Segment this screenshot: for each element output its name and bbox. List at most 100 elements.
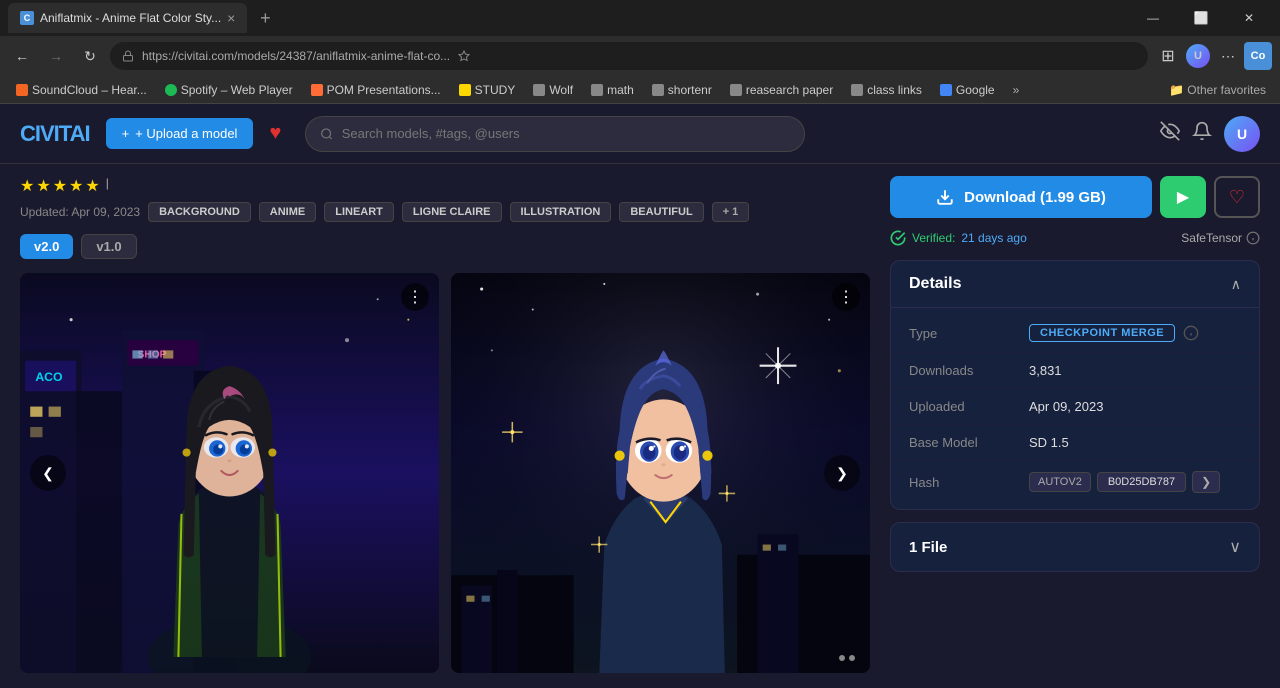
active-tab[interactable]: C Aniflatmix - Anime Flat Color Sty... × [8, 3, 247, 33]
tab-favicon: C [20, 11, 34, 25]
star-3: ★ [53, 176, 67, 196]
upload-model-button[interactable]: + + Upload a model [106, 118, 254, 149]
detail-row-base-model: Base Model SD 1.5 [891, 425, 1259, 461]
checkpoint-merge-tag[interactable]: CHECKPOINT MERGE [1029, 324, 1175, 342]
close-button[interactable]: ✕ [1226, 0, 1272, 36]
downloads-label: Downloads [909, 363, 1029, 378]
verified-text: Verified: [912, 231, 955, 245]
anime-svg-1: ACO SHOP [20, 273, 439, 673]
tag-illustration[interactable]: ILLUSTRATION [510, 202, 612, 222]
tag-anime[interactable]: ANIME [259, 202, 316, 222]
address-bar[interactable]: https://civitai.com/models/24387/aniflat… [110, 42, 1148, 70]
math-folder-icon [591, 84, 603, 96]
window-controls: — ⬜ ✕ [1130, 0, 1272, 36]
bookmark-wolf[interactable]: Wolf [525, 81, 581, 99]
main-content: ★ ★ ★ ★ ★ | Updated: Apr 09, 2023 BACKGR… [0, 164, 890, 685]
tag-background[interactable]: BACKGROUND [148, 202, 251, 222]
hash-value-text: B0D25DB787 [1097, 472, 1186, 492]
hash-copy-button[interactable]: ❯ [1192, 471, 1220, 493]
tag-ligne-claire[interactable]: LIGNE CLAIRE [402, 202, 502, 222]
tab-close-button[interactable]: × [227, 10, 235, 26]
gallery-menu-1[interactable]: ⋮ [401, 283, 429, 311]
site-logo[interactable]: CIVITAI [20, 121, 90, 147]
chevron-left-icon: ❮ [42, 465, 54, 482]
bookmark-google[interactable]: Google [932, 81, 1003, 99]
bookmarks-bar: SoundCloud – Hear... Spotify – Web Playe… [0, 76, 1280, 104]
favorites-button[interactable]: ♥ [269, 122, 281, 145]
bookmark-class-links[interactable]: class links [843, 81, 930, 99]
gallery-item-1: ACO SHOP [20, 273, 439, 673]
other-favorites-button[interactable]: 📁 Other favorites [1163, 81, 1272, 99]
verified-date-link[interactable]: 21 days ago [961, 231, 1026, 245]
forward-button[interactable]: → [42, 42, 70, 70]
rating-count: | [106, 176, 109, 196]
show-more-bookmarks[interactable]: » [1005, 81, 1028, 99]
version-tabs: v2.0 v1.0 [20, 234, 870, 259]
profile-button[interactable]: U [1184, 42, 1212, 70]
notifications-bell-icon[interactable] [1192, 121, 1212, 146]
bookmark-shortenr[interactable]: shortenr [644, 81, 720, 99]
version-tab-v1[interactable]: v1.0 [81, 234, 136, 259]
tag-more[interactable]: + 1 [712, 202, 750, 222]
search-bar[interactable] [305, 116, 805, 152]
research-folder-icon [730, 84, 742, 96]
download-row: Download (1.99 GB) ▶ ♡ [890, 176, 1260, 218]
tag-beautiful[interactable]: BEAUTIFUL [619, 202, 703, 222]
extensions-button[interactable]: ⊞ [1154, 42, 1182, 70]
eye-slash-icon[interactable] [1160, 121, 1180, 146]
minimize-button[interactable]: — [1130, 0, 1176, 36]
copilot-button[interactable]: Co [1244, 42, 1272, 70]
bookmark-pom[interactable]: POM Presentations... [303, 81, 449, 99]
anime-image-1: ACO SHOP [20, 273, 439, 673]
image-indicators [839, 655, 855, 661]
play-button[interactable]: ▶ [1160, 176, 1206, 218]
google-icon [940, 84, 952, 96]
type-value: CHECKPOINT MERGE [1029, 324, 1199, 342]
details-collapse-button[interactable]: ∧ [1231, 276, 1241, 293]
safe-tensor-label: SafeTensor [1181, 231, 1260, 245]
tag-lineart[interactable]: LINEART [324, 202, 394, 222]
info-icon[interactable] [1246, 231, 1260, 245]
gallery-item-2: ⋮ ❯ [451, 273, 870, 673]
bookmark-math[interactable]: math [583, 81, 642, 99]
upload-icon: + [122, 126, 130, 141]
star-icon[interactable] [458, 50, 470, 62]
study-folder-icon [459, 84, 471, 96]
save-favorite-button[interactable]: ♡ [1214, 176, 1260, 218]
more-options-button[interactable]: ⋯ [1214, 42, 1242, 70]
bookmark-spotify[interactable]: Spotify – Web Player [157, 81, 301, 99]
back-button[interactable]: ← [8, 42, 36, 70]
user-avatar[interactable]: U [1224, 116, 1260, 152]
version-tab-v2[interactable]: v2.0 [20, 234, 73, 259]
download-button[interactable]: Download (1.99 GB) [890, 176, 1152, 218]
maximize-button[interactable]: ⬜ [1178, 0, 1224, 36]
image-gallery: ACO SHOP [20, 273, 870, 673]
right-panel: Download (1.99 GB) ▶ ♡ Verified: 21 days… [890, 164, 1280, 685]
page-body: ★ ★ ★ ★ ★ | Updated: Apr 09, 2023 BACKGR… [0, 164, 1280, 685]
soundcloud-icon [16, 84, 28, 96]
verified-row: Verified: 21 days ago SafeTensor [890, 230, 1260, 246]
detail-row-hash: Hash AUTOV2 B0D25DB787 ❯ [891, 461, 1259, 503]
bookmark-soundcloud[interactable]: SoundCloud – Hear... [8, 81, 155, 99]
bookmark-research[interactable]: reasearch paper [722, 81, 841, 99]
gallery-prev-button[interactable]: ❮ [30, 455, 66, 491]
tab-title: Aniflatmix - Anime Flat Color Sty... [40, 11, 221, 25]
chevron-right-icon: ❯ [836, 465, 848, 482]
play-icon: ▶ [1177, 187, 1189, 207]
new-tab-button[interactable]: + [251, 4, 279, 32]
details-card: Details ∧ Type CHECKPOINT MERGE Downlo [890, 260, 1260, 510]
files-label: 1 File [909, 539, 947, 556]
files-collapse-button[interactable]: ∨ [1229, 537, 1241, 557]
type-info-icon[interactable] [1183, 325, 1199, 341]
site-header: CIVITAI + + Upload a model ♥ U [0, 104, 1280, 164]
download-label: Download (1.99 GB) [964, 189, 1106, 206]
gallery-menu-2[interactable]: ⋮ [832, 283, 860, 311]
star-2: ★ [36, 176, 50, 196]
type-label: Type [909, 326, 1029, 341]
gallery-next-button[interactable]: ❯ [824, 455, 860, 491]
refresh-button[interactable]: ↻ [76, 42, 104, 70]
rating-stars: ★ ★ ★ ★ ★ | [20, 176, 870, 196]
bookmark-study[interactable]: STUDY [451, 81, 524, 99]
search-input[interactable] [342, 126, 791, 141]
detail-row-uploaded: Uploaded Apr 09, 2023 [891, 389, 1259, 425]
